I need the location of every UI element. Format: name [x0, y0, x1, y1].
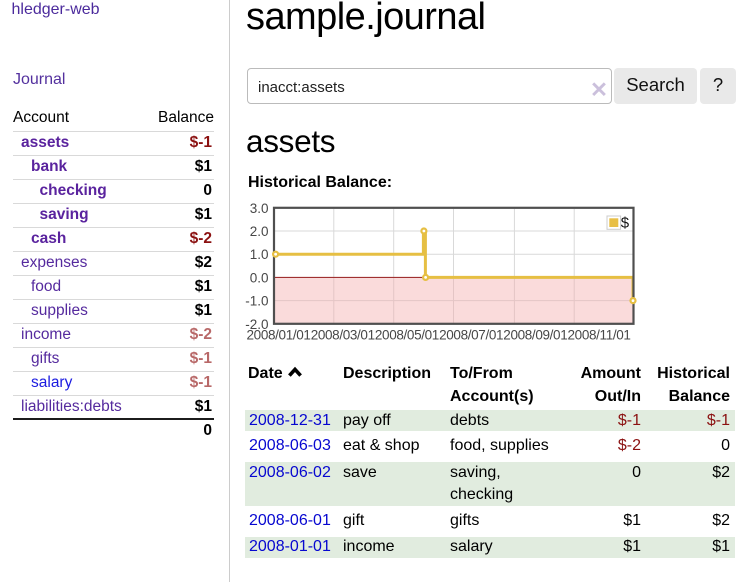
svg-text:-1.0: -1.0: [245, 294, 268, 309]
svg-text:0.0: 0.0: [250, 270, 269, 285]
svg-text:2008/11/01: 2008/11/01: [568, 327, 631, 342]
svg-text:$: $: [621, 215, 630, 232]
svg-text:2.0: 2.0: [250, 224, 269, 239]
svg-text:2008/09/01: 2008/09/01: [503, 327, 567, 342]
svg-text:1.0: 1.0: [250, 247, 269, 262]
svg-text:2008/05/01: 2008/05/01: [375, 327, 439, 342]
svg-text:2008/07/01: 2008/07/01: [439, 327, 503, 342]
svg-text:3.0: 3.0: [250, 201, 269, 216]
svg-text:2008/01/01: 2008/01/01: [247, 327, 311, 342]
svg-text:2008/03/01: 2008/03/01: [311, 327, 375, 342]
